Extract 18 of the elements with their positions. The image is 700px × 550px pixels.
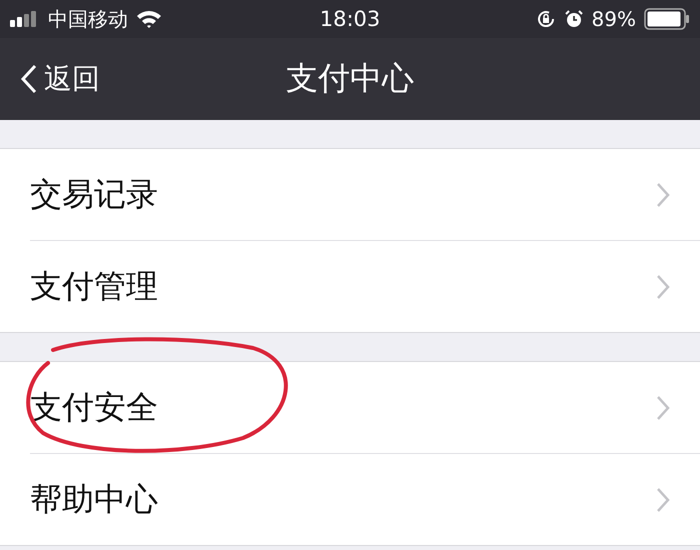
carrier-name: 中国移动 [48,6,128,32]
alarm-icon [564,9,584,29]
battery-percent: 89% [592,7,636,31]
chevron-right-icon [656,394,670,420]
chevron-right-icon [656,486,670,512]
battery-icon [644,8,690,30]
menu-item[interactable]: 帮助中心 [30,453,700,545]
chevron-right-icon [656,182,670,208]
wifi-icon [136,9,162,29]
menu-item[interactable]: 支付安全 [0,362,700,453]
clock-time: 18:03 [320,7,380,31]
menu-item[interactable]: 支付管理 [30,240,700,332]
rotation-lock-icon [536,9,556,29]
menu-item[interactable]: 交易记录 [0,149,700,240]
page-title: 支付中心 [286,58,414,99]
chevron-left-icon [20,64,38,94]
back-button[interactable]: 返回 [0,60,100,98]
chevron-right-icon [656,274,670,300]
